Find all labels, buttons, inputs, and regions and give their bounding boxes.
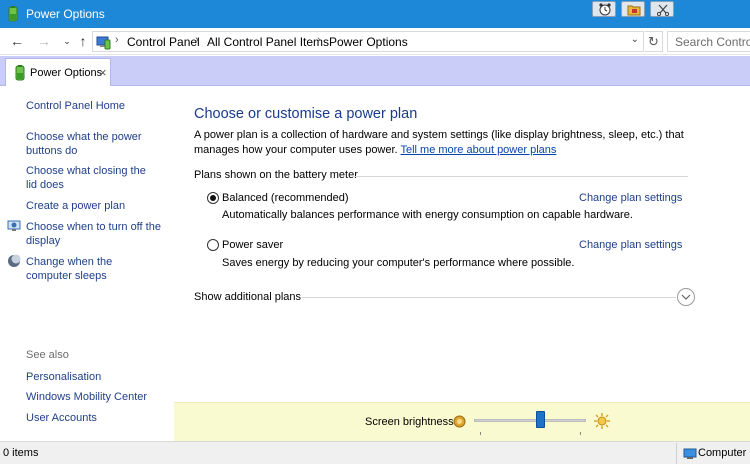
group-divider (352, 176, 688, 177)
sidebar: Control Panel Home Choose what the power… (0, 87, 174, 441)
search-input[interactable] (668, 32, 750, 51)
main-content: Choose or customise a power plan A power… (174, 87, 750, 402)
brightness-label: Screen brightness: (365, 416, 457, 428)
forward-button[interactable]: → (35, 32, 53, 50)
sidebar-item-create-plan[interactable]: Create a power plan (26, 199, 166, 213)
breadcrumb-control-panel[interactable]: Control Panel (127, 35, 200, 49)
show-additional-plans-label[interactable]: Show additional plans (194, 291, 301, 303)
page-description: A power plan is a collection of hardware… (194, 128, 694, 158)
brightness-slider-track[interactable] (474, 419, 586, 422)
status-bar: 0 items Computer (0, 441, 750, 464)
item-count: 0 items (3, 447, 39, 459)
battery-plug-icon (15, 65, 25, 81)
chevron-down-icon (681, 294, 691, 300)
radio-balanced[interactable] (207, 192, 219, 204)
see-also-label: See also (26, 349, 69, 361)
address-bar: ← → ⌄ ↑ › Control Panel › All Control Pa… (0, 28, 750, 55)
plan-description-power-saver: Saves energy by reducing your computer's… (222, 257, 575, 269)
tab-strip: Power Options × (0, 56, 750, 86)
breadcrumb-power-options[interactable]: Power Options (329, 35, 408, 49)
change-plan-settings-balanced[interactable]: Change plan settings (579, 192, 682, 204)
sidebar-item-user-accounts[interactable]: User Accounts (26, 411, 166, 425)
close-icon[interactable]: × (99, 65, 107, 80)
title-bar: Power Options (0, 0, 750, 28)
battery-plug-icon (8, 6, 18, 22)
sidebar-item-power-buttons[interactable]: Choose what the power buttons do (26, 130, 146, 158)
radio-power-saver[interactable] (207, 239, 219, 251)
control-panel-icon (96, 36, 111, 50)
learn-more-link[interactable]: Tell me more about power plans (400, 144, 556, 156)
tab-label: Power Options (30, 67, 103, 79)
plan-description-balanced: Automatically balances performance with … (222, 209, 633, 221)
refresh-button[interactable]: ↻ (645, 31, 663, 52)
plans-group-label: Plans shown on the battery meter (194, 169, 358, 181)
breadcrumb-all-items[interactable]: All Control Panel Items (207, 35, 329, 49)
window-title: Power Options (26, 7, 105, 21)
sidebar-item-personalisation[interactable]: Personalisation (26, 370, 166, 384)
chevron-right-icon: › (195, 34, 199, 46)
sun-bright-icon (594, 413, 610, 429)
chevron-right-icon: › (317, 34, 321, 46)
plan-name-balanced[interactable]: Balanced (recommended) (222, 192, 349, 204)
brightness-bar: Screen brightness: (174, 402, 750, 441)
refresh-icon: ↻ (648, 34, 659, 49)
sun-dim-icon (453, 415, 466, 428)
back-button[interactable]: ← (8, 32, 26, 50)
brightness-slider-thumb[interactable] (535, 411, 545, 428)
sidebar-item-mobility-center[interactable]: Windows Mobility Center (26, 390, 166, 404)
sidebar-item-control-panel-home[interactable]: Control Panel Home (26, 99, 166, 113)
address-path[interactable]: › Control Panel › All Control Panel Item… (92, 31, 644, 52)
chevron-right-icon: › (115, 34, 119, 46)
arrow-up-icon: ↑ (79, 33, 87, 49)
location-label: Computer (698, 447, 747, 459)
scissors-icon (656, 4, 670, 16)
plan-name-power-saver[interactable]: Power saver (222, 239, 283, 251)
sleep-moon-icon (8, 254, 21, 267)
arrow-left-icon: ← (10, 33, 24, 49)
scissors-button[interactable] (650, 1, 674, 17)
additional-divider (302, 297, 676, 298)
alarm-clock-button[interactable] (592, 1, 616, 17)
computer-icon (683, 448, 697, 459)
tab-power-options[interactable]: Power Options × (5, 58, 111, 86)
arrow-right-icon: → (37, 33, 51, 49)
folder-icon (627, 5, 641, 16)
chevron-down-icon: ⌄ (63, 36, 71, 46)
sidebar-item-computer-sleeps[interactable]: Change when the computer sleeps (26, 255, 161, 283)
status-location: Computer (676, 443, 750, 464)
sidebar-item-turn-off-display[interactable]: Choose when to turn off the display (26, 220, 161, 248)
display-icon (7, 220, 21, 231)
folder-button[interactable] (621, 1, 645, 17)
up-button[interactable]: ↑ (74, 32, 92, 50)
expand-additional-plans-button[interactable] (677, 288, 695, 306)
chevron-down-icon[interactable]: ⌄ (631, 34, 639, 45)
sidebar-item-closing-lid[interactable]: Choose what closing the lid does (26, 164, 158, 192)
page-title: Choose or customise a power plan (194, 106, 418, 122)
slider-tick (580, 432, 581, 435)
alarm-clock-icon (599, 3, 611, 16)
change-plan-settings-power-saver[interactable]: Change plan settings (579, 239, 682, 251)
slider-tick (480, 432, 481, 435)
search-box[interactable] (667, 31, 750, 52)
